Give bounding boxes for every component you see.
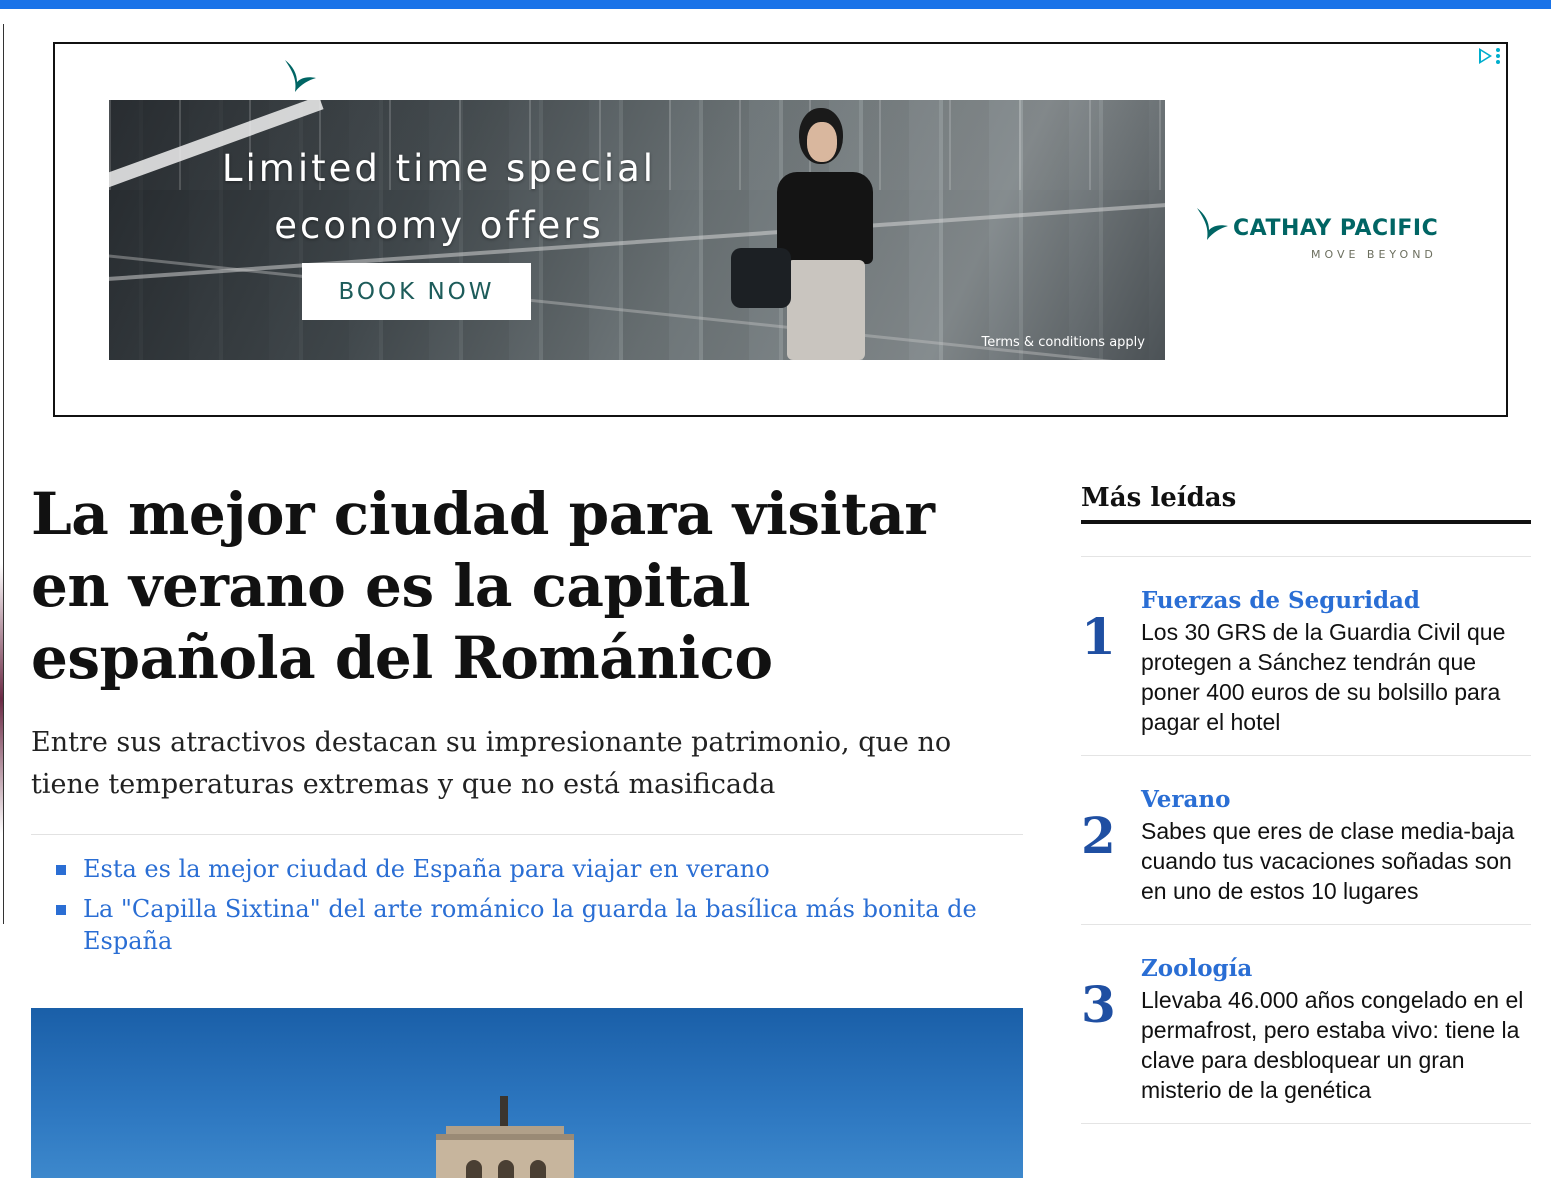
cathay-bird-logo-icon [285, 60, 316, 92]
most-read-item[interactable]: 1 Fuerzas de Seguridad Los 30 GRS de la … [1081, 556, 1531, 755]
item-headline[interactable]: Los 30 GRS de la Guardia Civil que prote… [1141, 617, 1531, 737]
article-title: La mejor ciudad para visitar en verano e… [31, 480, 935, 692]
left-skin-ad-edge [0, 24, 4, 924]
adchoices-triangle-icon[interactable] [1479, 48, 1492, 64]
article-subtitle: Entre sus atractivos destacan su impresi… [31, 727, 952, 800]
item-headline[interactable]: Sabes que eres de clase media-baja cuand… [1141, 816, 1531, 906]
item-category[interactable]: Verano [1141, 784, 1531, 816]
adchoices-icon[interactable] [1479, 48, 1500, 64]
book-now-button[interactable]: BOOK NOW [302, 263, 531, 320]
related-link[interactable]: La "Capilla Sixtina" del arte románico l… [31, 893, 1023, 957]
ad-headline: Limited time special economy offers [221, 147, 657, 247]
item-headline[interactable]: Llevaba 46.000 años congelado en el perm… [1141, 985, 1531, 1105]
related-link-text[interactable]: Esta es la mejor ciudad de España para v… [83, 855, 770, 883]
rank-number: 2 [1081, 806, 1116, 865]
ad-traveler-figure [731, 108, 899, 360]
cathay-bird-icon [1197, 208, 1228, 240]
ad-terms: Terms & conditions apply [981, 335, 1145, 350]
related-link-text[interactable]: La "Capilla Sixtina" del arte románico l… [83, 895, 977, 955]
article-header: La mejor ciudad para visitar en verano e… [31, 478, 1023, 965]
rank-number: 1 [1081, 607, 1116, 666]
bullet-square-icon [56, 865, 66, 875]
church-tower-illustration [436, 1096, 574, 1178]
rank-number: 3 [1081, 975, 1116, 1034]
list-end-divider [1081, 1123, 1531, 1124]
most-read-item[interactable]: 2 Verano Sabes que eres de clase media-b… [1081, 755, 1531, 924]
item-category[interactable]: Zoología [1141, 953, 1531, 985]
most-read-title: Más leídas [1081, 478, 1531, 524]
most-read-sidebar: Más leídas 1 Fuerzas de Seguridad Los 30… [1081, 478, 1531, 1124]
bullet-square-icon [56, 905, 66, 915]
ad-brand-name: CATHAY PACIFIC [1233, 216, 1439, 241]
article-hero-image[interactable] [31, 1008, 1023, 1178]
ad-menu-icon[interactable] [1496, 48, 1500, 64]
related-link[interactable]: Esta es la mejor ciudad de España para v… [31, 853, 1023, 885]
most-read-item[interactable]: 3 Zoología Llevaba 46.000 años congelado… [1081, 924, 1531, 1123]
ad-photo[interactable]: Limited time special economy offers BOOK… [109, 100, 1165, 360]
most-read-list: 1 Fuerzas de Seguridad Los 30 GRS de la … [1081, 556, 1531, 1124]
cathay-pacific-logo[interactable]: CATHAY PACIFIC MOVE BEYOND [1195, 202, 1495, 272]
item-category[interactable]: Fuerzas de Seguridad [1141, 585, 1531, 617]
top-progress-bar [0, 0, 1551, 9]
ad-brand-tagline: MOVE BEYOND [1311, 248, 1437, 261]
divider [31, 834, 1023, 835]
related-links: Esta es la mejor ciudad de España para v… [31, 853, 1023, 957]
banner-ad[interactable]: Limited time special economy offers BOOK… [53, 42, 1508, 417]
